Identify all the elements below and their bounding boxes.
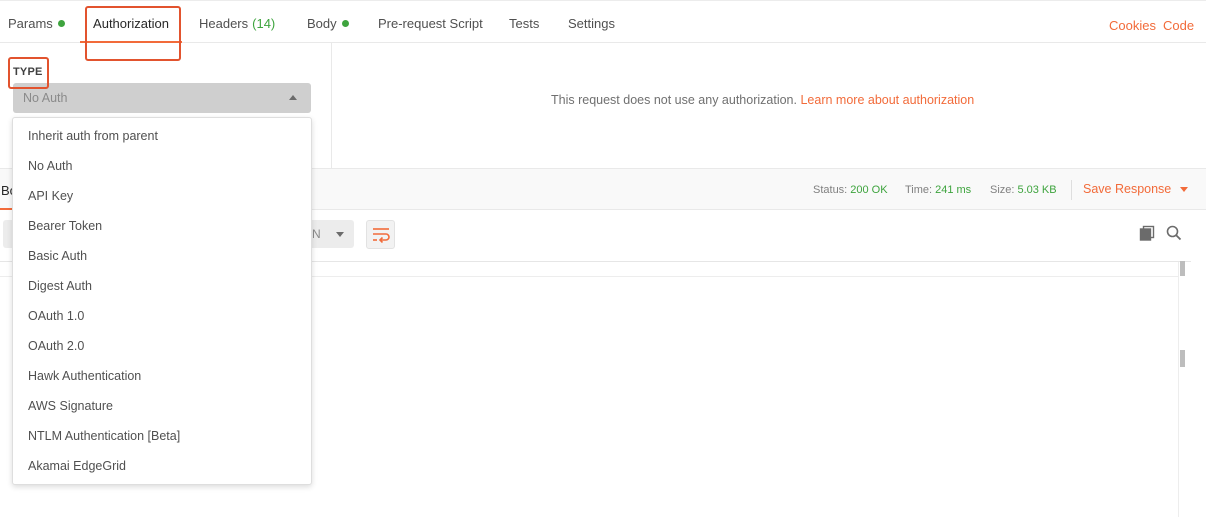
editor-right-border [1178, 262, 1179, 517]
auth-info-text: This request does not use any authorizat… [551, 93, 797, 107]
auth-option-inherit[interactable]: Inherit auth from parent [13, 121, 311, 151]
response-size-value: 5.03 KB [1017, 184, 1057, 196]
tab-pre-request-script-label: Pre-request Script [378, 16, 483, 31]
learn-more-auth-link[interactable]: Learn more about authorization [800, 93, 974, 107]
save-response-button[interactable]: Save Response [1083, 169, 1189, 210]
annotation-box-authorization [85, 6, 181, 61]
code-link[interactable]: Code [1163, 1, 1194, 43]
tab-tests[interactable]: Tests [509, 1, 539, 43]
chevron-down-icon [336, 232, 344, 237]
tab-settings[interactable]: Settings [568, 1, 615, 43]
response-status: Status: 200 OK [813, 169, 888, 211]
wrap-lines-button[interactable] [366, 220, 395, 249]
response-time: Time: 241 ms [905, 169, 971, 211]
response-size: Size: 5.03 KB [990, 169, 1057, 211]
body-active-dot-icon [341, 20, 349, 27]
auth-option-aws-signature[interactable]: AWS Signature [13, 391, 311, 421]
scrollbar-marker[interactable] [1180, 261, 1185, 276]
tab-body-label: Body [307, 16, 337, 31]
chevron-up-icon [289, 95, 297, 100]
headers-count: (14) [252, 16, 276, 31]
auth-option-api-key[interactable]: API Key [13, 181, 311, 211]
auth-option-bearer-token[interactable]: Bearer Token [13, 211, 311, 241]
auth-type-select[interactable]: No Auth [13, 83, 311, 113]
auth-option-oauth1[interactable]: OAuth 1.0 [13, 301, 311, 331]
auth-info-message: This request does not use any authorizat… [551, 93, 974, 107]
auth-option-hawk[interactable]: Hawk Authentication [13, 361, 311, 391]
save-response-label: Save Response [1083, 182, 1172, 196]
tab-tests-label: Tests [509, 16, 540, 31]
scrollbar-thumb[interactable] [1180, 350, 1185, 367]
response-status-value: 200 OK [850, 184, 888, 196]
search-icon[interactable] [1166, 225, 1182, 241]
auth-option-ntlm[interactable]: NTLM Authentication [Beta] [13, 421, 311, 451]
tab-params-label: Params [8, 16, 53, 31]
response-time-label: Time: [905, 184, 933, 196]
response-status-label: Status: [813, 184, 848, 196]
response-time-value: 241 ms [935, 184, 972, 196]
auth-option-no-auth[interactable]: No Auth [13, 151, 311, 181]
auth-option-akamai[interactable]: Akamai EdgeGrid [13, 451, 311, 481]
tab-params[interactable]: Params [8, 1, 65, 43]
params-active-dot-icon [57, 20, 65, 27]
tab-headers-label: Headers [199, 16, 249, 31]
auth-type-dropdown-menu: Inherit auth from parent No Auth API Key… [12, 117, 312, 485]
auth-option-oauth2[interactable]: OAuth 2.0 [13, 331, 311, 361]
auth-option-basic-auth[interactable]: Basic Auth [13, 241, 311, 271]
auth-panel-divider [331, 43, 332, 169]
cookies-link[interactable]: Cookies [1109, 1, 1156, 43]
response-format-value: N [312, 227, 321, 241]
chevron-down-icon [1180, 187, 1189, 192]
copy-icon[interactable] [1139, 225, 1155, 241]
tab-settings-label: Settings [568, 16, 615, 31]
annotation-box-type [8, 57, 49, 89]
auth-option-digest-auth[interactable]: Digest Auth [13, 271, 311, 301]
wrap-lines-icon [373, 228, 390, 243]
tab-body[interactable]: Body [307, 1, 349, 43]
response-separator [1071, 180, 1072, 200]
response-size-label: Size: [990, 184, 1015, 196]
tab-headers[interactable]: Headers (14) [199, 1, 275, 43]
tab-pre-request-script[interactable]: Pre-request Script [378, 1, 483, 43]
